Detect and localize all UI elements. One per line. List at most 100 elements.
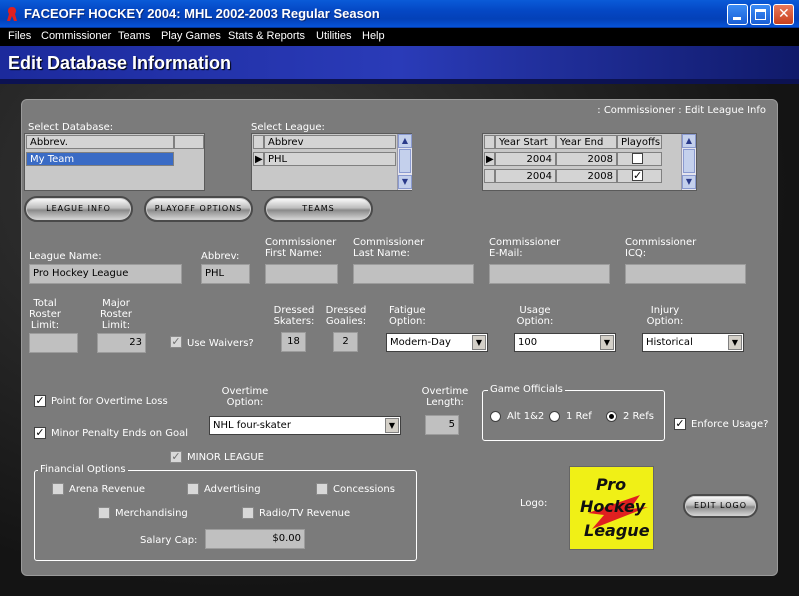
usage-select[interactable]: 100 ▼: [514, 333, 616, 352]
menu-bar: Files Commissioner Teams Play Games Stat…: [0, 28, 799, 46]
year-end-header[interactable]: Year End: [556, 135, 617, 149]
officials-1ref-label: 1 Ref: [566, 411, 592, 422]
window-title: FACEOFF HOCKEY 2004: MHL 2002-2003 Regul…: [24, 6, 380, 21]
menu-commissioner[interactable]: Commissioner: [41, 30, 111, 42]
row-pointer-icon: ▶: [484, 152, 495, 166]
arena-revenue-label: Arena Revenue: [69, 484, 146, 495]
menu-stats-reports[interactable]: Stats & Reports: [228, 30, 305, 42]
league-row-indicator-header: [253, 135, 264, 149]
use-waivers-checkbox[interactable]: ✓: [170, 336, 182, 348]
logo-label: Logo:: [520, 498, 548, 509]
menu-teams[interactable]: Teams: [118, 30, 150, 42]
use-waivers-label: Use Waivers?: [187, 338, 254, 349]
overtime-loss-checkbox[interactable]: ✓: [34, 395, 46, 407]
seasons-indicator-header: [484, 135, 495, 149]
minimize-button[interactable]: [727, 4, 748, 25]
league-row[interactable]: PHL: [264, 152, 396, 166]
league-logo: Pro Hockey League: [569, 466, 654, 550]
abbrev-input[interactable]: PHL: [201, 264, 250, 284]
menu-utilities[interactable]: Utilities: [316, 30, 351, 42]
scroll-up-icon[interactable]: ▲: [682, 134, 696, 148]
arena-revenue-checkbox[interactable]: [52, 483, 64, 495]
menu-help[interactable]: Help: [362, 30, 385, 42]
minimize-icon: [733, 17, 741, 20]
dressed-goalies-label: Dressed Goalies:: [325, 305, 367, 327]
salary-cap-input[interactable]: $0.00: [205, 529, 305, 549]
playoff-options-button[interactable]: PLAYOFF OPTIONS: [144, 196, 253, 222]
breadcrumb: : Commissioner : Edit League Info: [597, 105, 766, 116]
major-roster-input[interactable]: 23: [97, 333, 146, 353]
scroll-down-icon[interactable]: ▼: [682, 175, 696, 189]
overtime-option-select[interactable]: NHL four-skater ▼: [209, 416, 401, 435]
dressed-skaters-label: Dressed Skaters:: [273, 305, 315, 327]
playoffs-checkbox[interactable]: ✓: [632, 170, 643, 181]
maximize-button[interactable]: [750, 4, 771, 25]
scroll-thumb[interactable]: [399, 149, 411, 173]
seasons-scrollbar[interactable]: ▲ ▼: [681, 134, 696, 190]
overtime-option-label: Overtime Option:: [221, 386, 269, 408]
minor-league-label: MINOR LEAGUE: [187, 452, 264, 463]
playoffs-header[interactable]: Playoffs: [617, 135, 662, 149]
game-officials-label: Game Officials: [488, 384, 565, 395]
concessions-checkbox[interactable]: [316, 483, 328, 495]
officials-2refs-label: 2 Refs: [623, 411, 654, 422]
season-row-start[interactable]: 2004: [495, 169, 556, 183]
league-column-header[interactable]: Abbrev: [264, 135, 396, 149]
scroll-down-icon[interactable]: ▼: [398, 175, 412, 189]
select-database-label: Select Database:: [28, 122, 114, 133]
league-name-input[interactable]: Pro Hockey League: [29, 264, 182, 284]
overtime-length-input[interactable]: 5: [425, 415, 459, 435]
teams-button[interactable]: TEAMS: [264, 196, 373, 222]
chevron-down-icon[interactable]: ▼: [600, 335, 614, 350]
advertising-checkbox[interactable]: [187, 483, 199, 495]
minor-league-checkbox[interactable]: ✓: [170, 451, 182, 463]
salary-cap-label: Salary Cap:: [140, 535, 198, 546]
league-info-button[interactable]: LEAGUE INFO: [24, 196, 133, 222]
logo-text-line2: Hockey: [580, 497, 646, 516]
league-scrollbar[interactable]: ▲ ▼: [397, 134, 412, 190]
comm-icq-input[interactable]: [625, 264, 746, 284]
officials-1ref-radio[interactable]: [549, 411, 560, 422]
scroll-thumb[interactable]: [683, 149, 695, 173]
comm-last-input[interactable]: [353, 264, 474, 284]
enforce-usage-checkbox[interactable]: ✓: [674, 418, 686, 430]
scroll-up-icon[interactable]: ▲: [398, 134, 412, 148]
chevron-down-icon[interactable]: ▼: [472, 335, 486, 350]
year-start-header[interactable]: Year Start: [495, 135, 556, 149]
database-grid: Abbrev. My Team: [24, 133, 205, 191]
minor-penalty-checkbox[interactable]: ✓: [34, 427, 46, 439]
playoffs-checkbox[interactable]: [632, 153, 643, 164]
seasons-grid: Year Start Year End Playoffs ▶ 2004 2008…: [482, 133, 697, 191]
overtime-loss-label: Point for Overtime Loss: [51, 396, 168, 407]
officials-alt-radio[interactable]: [490, 411, 501, 422]
concessions-label: Concessions: [333, 484, 395, 495]
radio-tv-checkbox[interactable]: [242, 507, 254, 519]
close-button[interactable]: ✕: [773, 4, 794, 25]
comm-first-label: Commissioner First Name:: [265, 237, 337, 259]
fatigue-select[interactable]: Modern-Day ▼: [386, 333, 488, 352]
season-row-start[interactable]: 2004: [495, 152, 556, 166]
season-row-end[interactable]: 2008: [556, 152, 617, 166]
app-hockey-icon: [5, 6, 19, 22]
menu-files[interactable]: Files: [8, 30, 31, 42]
chevron-down-icon[interactable]: ▼: [385, 418, 399, 433]
dressed-skaters-input[interactable]: 18: [281, 332, 306, 352]
database-column-filler: [174, 135, 204, 149]
comm-email-input[interactable]: [489, 264, 610, 284]
officials-2refs-radio[interactable]: [606, 411, 617, 422]
edit-logo-button[interactable]: EDIT LOGO: [683, 494, 758, 518]
total-roster-input[interactable]: [29, 333, 78, 353]
database-column-header[interactable]: Abbrev.: [26, 135, 174, 149]
season-row-end[interactable]: 2008: [556, 169, 617, 183]
comm-first-input[interactable]: [265, 264, 338, 284]
chevron-down-icon[interactable]: ▼: [728, 335, 742, 350]
database-row[interactable]: My Team: [26, 152, 174, 166]
dressed-goalies-input[interactable]: 2: [333, 332, 358, 352]
fatigue-option-label: Fatigue Option:: [389, 305, 426, 327]
injury-select[interactable]: Historical ▼: [642, 333, 744, 352]
radio-tv-label: Radio/TV Revenue: [259, 508, 351, 519]
merchandising-checkbox[interactable]: [98, 507, 110, 519]
maximize-icon: [755, 9, 766, 20]
comm-icq-label: Commissioner ICQ:: [625, 237, 697, 259]
menu-play-games[interactable]: Play Games: [161, 30, 221, 42]
